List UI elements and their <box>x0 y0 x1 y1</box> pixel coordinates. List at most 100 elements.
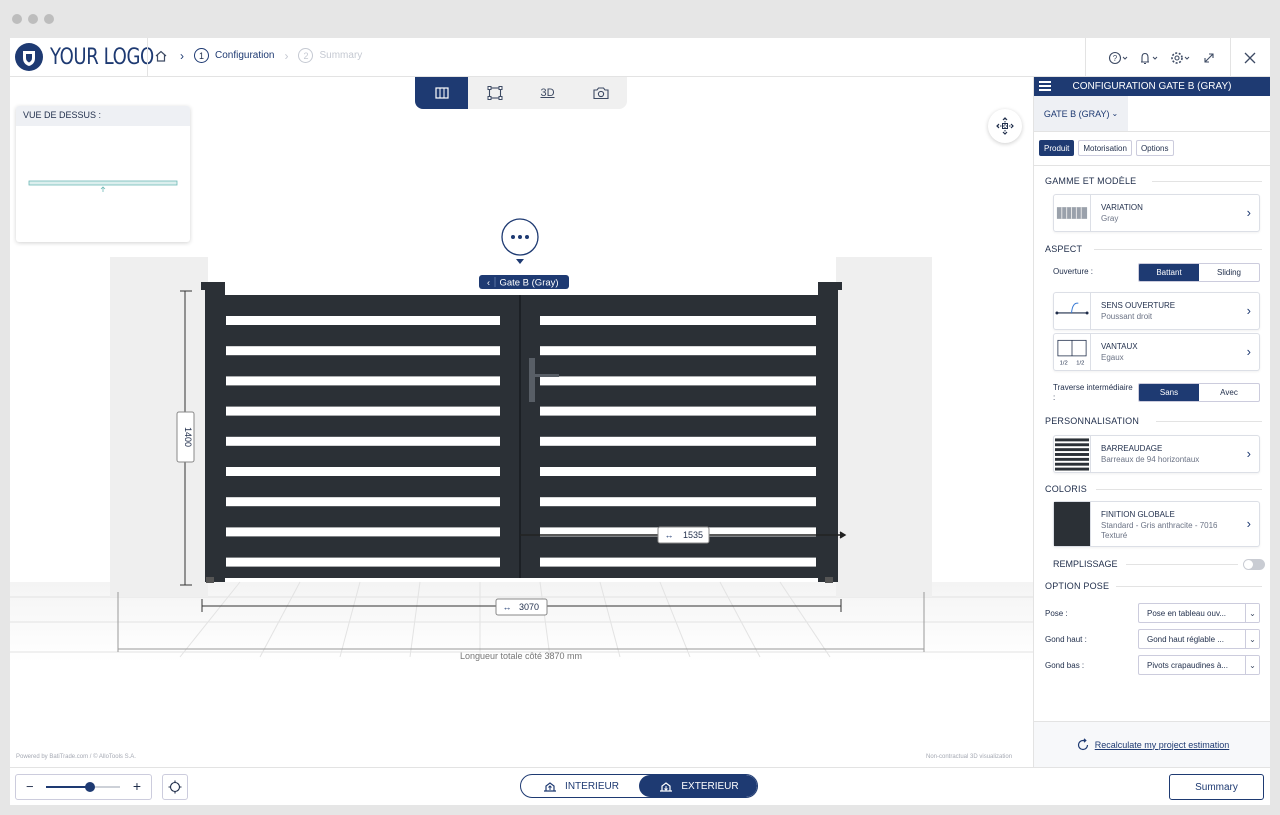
tab-plan-view[interactable] <box>415 77 468 109</box>
zoom-out-button[interactable]: − <box>26 779 34 794</box>
recalculate-estimation-link[interactable]: Recalculate my project estimation <box>1034 721 1270 767</box>
crosshair-icon <box>168 780 182 794</box>
app-window: YOUR LOGO › 1 Configuration › 2 Summary … <box>10 38 1270 805</box>
frame-icon <box>487 86 502 100</box>
house-exterior-icon <box>660 782 673 792</box>
exterior-label: EXTERIEUR <box>681 780 739 792</box>
gate-slat-gap <box>540 557 816 567</box>
recenter-3d-button[interactable] <box>988 109 1022 143</box>
gate-slat-gap <box>226 346 500 356</box>
window-close-dot[interactable] <box>12 14 22 24</box>
refresh-icon <box>1077 737 1088 750</box>
top-view-panel: VUE DE DESSUS : <box>16 106 190 242</box>
remplissage-toggle[interactable] <box>1243 559 1265 570</box>
3d-viewer[interactable]: 1400 1535 ↔ 3070 ↔ Longueur totale côté … <box>10 77 1033 767</box>
gate-slat-gap <box>540 497 816 507</box>
right-post <box>818 282 838 582</box>
step-summary[interactable]: Summary <box>319 50 362 61</box>
breadcrumb: › 1 Configuration › 2 Summary <box>154 48 362 63</box>
view-mode-tabs: 3D <box>415 77 627 109</box>
tab-camera[interactable] <box>574 77 627 109</box>
pose-label: Pose : <box>1045 609 1068 618</box>
window-maximize-dot[interactable] <box>44 14 54 24</box>
close-icon[interactable] <box>1243 51 1257 65</box>
gond-bas-value: Pivots crapaudines à... <box>1147 661 1228 670</box>
gear-icon[interactable] <box>1170 51 1192 65</box>
chevron-right-icon: › <box>1246 446 1251 461</box>
interior-button[interactable]: INTERIEUR <box>521 775 639 797</box>
bell-icon[interactable] <box>1138 51 1160 65</box>
section-aspect: ASPECT <box>1045 244 1083 254</box>
gate-selector[interactable]: GATE B (GRAY) ⌄ <box>1034 96 1128 131</box>
expand-icon[interactable] <box>1202 51 1216 65</box>
gate-label-badge[interactable]: ‹ Gate B (Gray) <box>479 275 569 289</box>
window-minimize-dot[interactable] <box>28 14 38 24</box>
section-rule <box>1116 586 1262 587</box>
section-rule <box>1126 564 1238 565</box>
logo[interactable]: YOUR LOGO <box>14 42 177 72</box>
tab-frame-view[interactable] <box>468 77 521 109</box>
zoom-slider-track[interactable] <box>46 782 120 792</box>
zoom-in-button[interactable]: + <box>133 778 141 794</box>
help-icon[interactable]: ? <box>1108 51 1130 65</box>
gate-options-pin[interactable] <box>501 218 539 264</box>
zoom-slider-handle[interactable] <box>85 782 96 792</box>
gond-haut-select[interactable]: Gond haut réglable ... ⌄ <box>1138 629 1260 649</box>
chevron-down-icon: ⌄ <box>1111 109 1119 118</box>
logo-shield-icon <box>15 43 43 71</box>
summary-button[interactable]: Summary <box>1169 774 1264 800</box>
gate-slat-gap <box>540 346 816 356</box>
section-rule <box>1094 249 1262 250</box>
color-swatch <box>1054 502 1091 546</box>
chevron-down-icon: ⌄ <box>1245 630 1259 648</box>
gate-slat-gap <box>226 376 500 386</box>
dimension-gate-width-label: 3070 ↔ <box>495 598 548 616</box>
tab-motorisation[interactable]: Motorisation <box>1078 140 1132 156</box>
exterior-button[interactable]: EXTERIEUR <box>639 775 757 797</box>
gond-haut-label: Gond haut : <box>1045 635 1087 644</box>
dim-leaf-text: 1535 <box>683 530 703 540</box>
ouverture-battant[interactable]: Battant <box>1139 264 1199 281</box>
gond-bas-select[interactable]: Pivots crapaudines à... ⌄ <box>1138 655 1260 675</box>
app-header: YOUR LOGO › 1 Configuration › 2 Summary … <box>10 38 1270 77</box>
recenter-button[interactable] <box>162 774 188 800</box>
house-interior-icon <box>544 782 557 792</box>
pose-select[interactable]: Pose en tableau ouv... ⌄ <box>1138 603 1260 623</box>
tab-options[interactable]: Options <box>1135 140 1174 156</box>
traverse-toggle: Sans Avec <box>1138 383 1260 402</box>
ouverture-sliding[interactable]: Sliding <box>1199 264 1259 281</box>
step-1-number: 1 <box>194 48 209 63</box>
gate-slat-gap <box>540 316 816 325</box>
tab-3d-view[interactable]: 3D <box>521 77 574 109</box>
svg-text:↔: ↔ <box>503 602 512 612</box>
chevron-right-icon: › <box>1246 344 1251 359</box>
gate-handle <box>529 358 535 402</box>
gate-selector-label: GATE B (GRAY) <box>1043 108 1110 119</box>
gate-slat-gap <box>226 406 500 416</box>
menu-icon[interactable] <box>1039 81 1051 91</box>
step-2-number: 2 <box>298 48 314 63</box>
card-finition-globale[interactable]: FINITION GLOBALE Standard - Gris anthrac… <box>1053 501 1260 547</box>
card-sens-ouverture[interactable]: SENS OUVERTURE Poussant droit › <box>1053 292 1260 330</box>
card-vantaux[interactable]: 1/2 1/2 VANTAUX Egaux › <box>1053 333 1260 371</box>
logo-text: YOUR LOGO <box>50 44 154 70</box>
header-divider <box>1230 38 1231 77</box>
traverse-avec[interactable]: Avec <box>1199 384 1259 401</box>
tab-produit[interactable]: Produit <box>1039 140 1075 156</box>
interior-label: INTERIEUR <box>565 780 619 792</box>
home-icon[interactable] <box>154 49 168 63</box>
traverse-sans[interactable]: Sans <box>1139 384 1199 401</box>
total-length-label: Longueur totale côté 3870 mm <box>460 651 582 661</box>
chevron-right-icon: › <box>180 48 184 63</box>
left-post-cap <box>201 282 213 290</box>
card-barreaudage[interactable]: BARREAUDAGE Barreaux de 94 horizontaux › <box>1053 435 1260 473</box>
sens-value: Poussant droit <box>1101 312 1153 321</box>
step-configuration[interactable]: Configuration <box>215 50 274 61</box>
gate[interactable] <box>201 282 842 583</box>
card-variation[interactable]: VARIATION Gray › <box>1053 194 1260 232</box>
camera-icon <box>592 87 609 100</box>
finition-value: Standard - Gris anthracite - 7016 Textur… <box>1101 521 1218 540</box>
ouverture-toggle: Battant Sliding <box>1138 263 1260 282</box>
3d-label: 3D <box>540 87 555 99</box>
interior-exterior-toggle: INTERIEUR EXTERIEUR <box>520 774 758 798</box>
